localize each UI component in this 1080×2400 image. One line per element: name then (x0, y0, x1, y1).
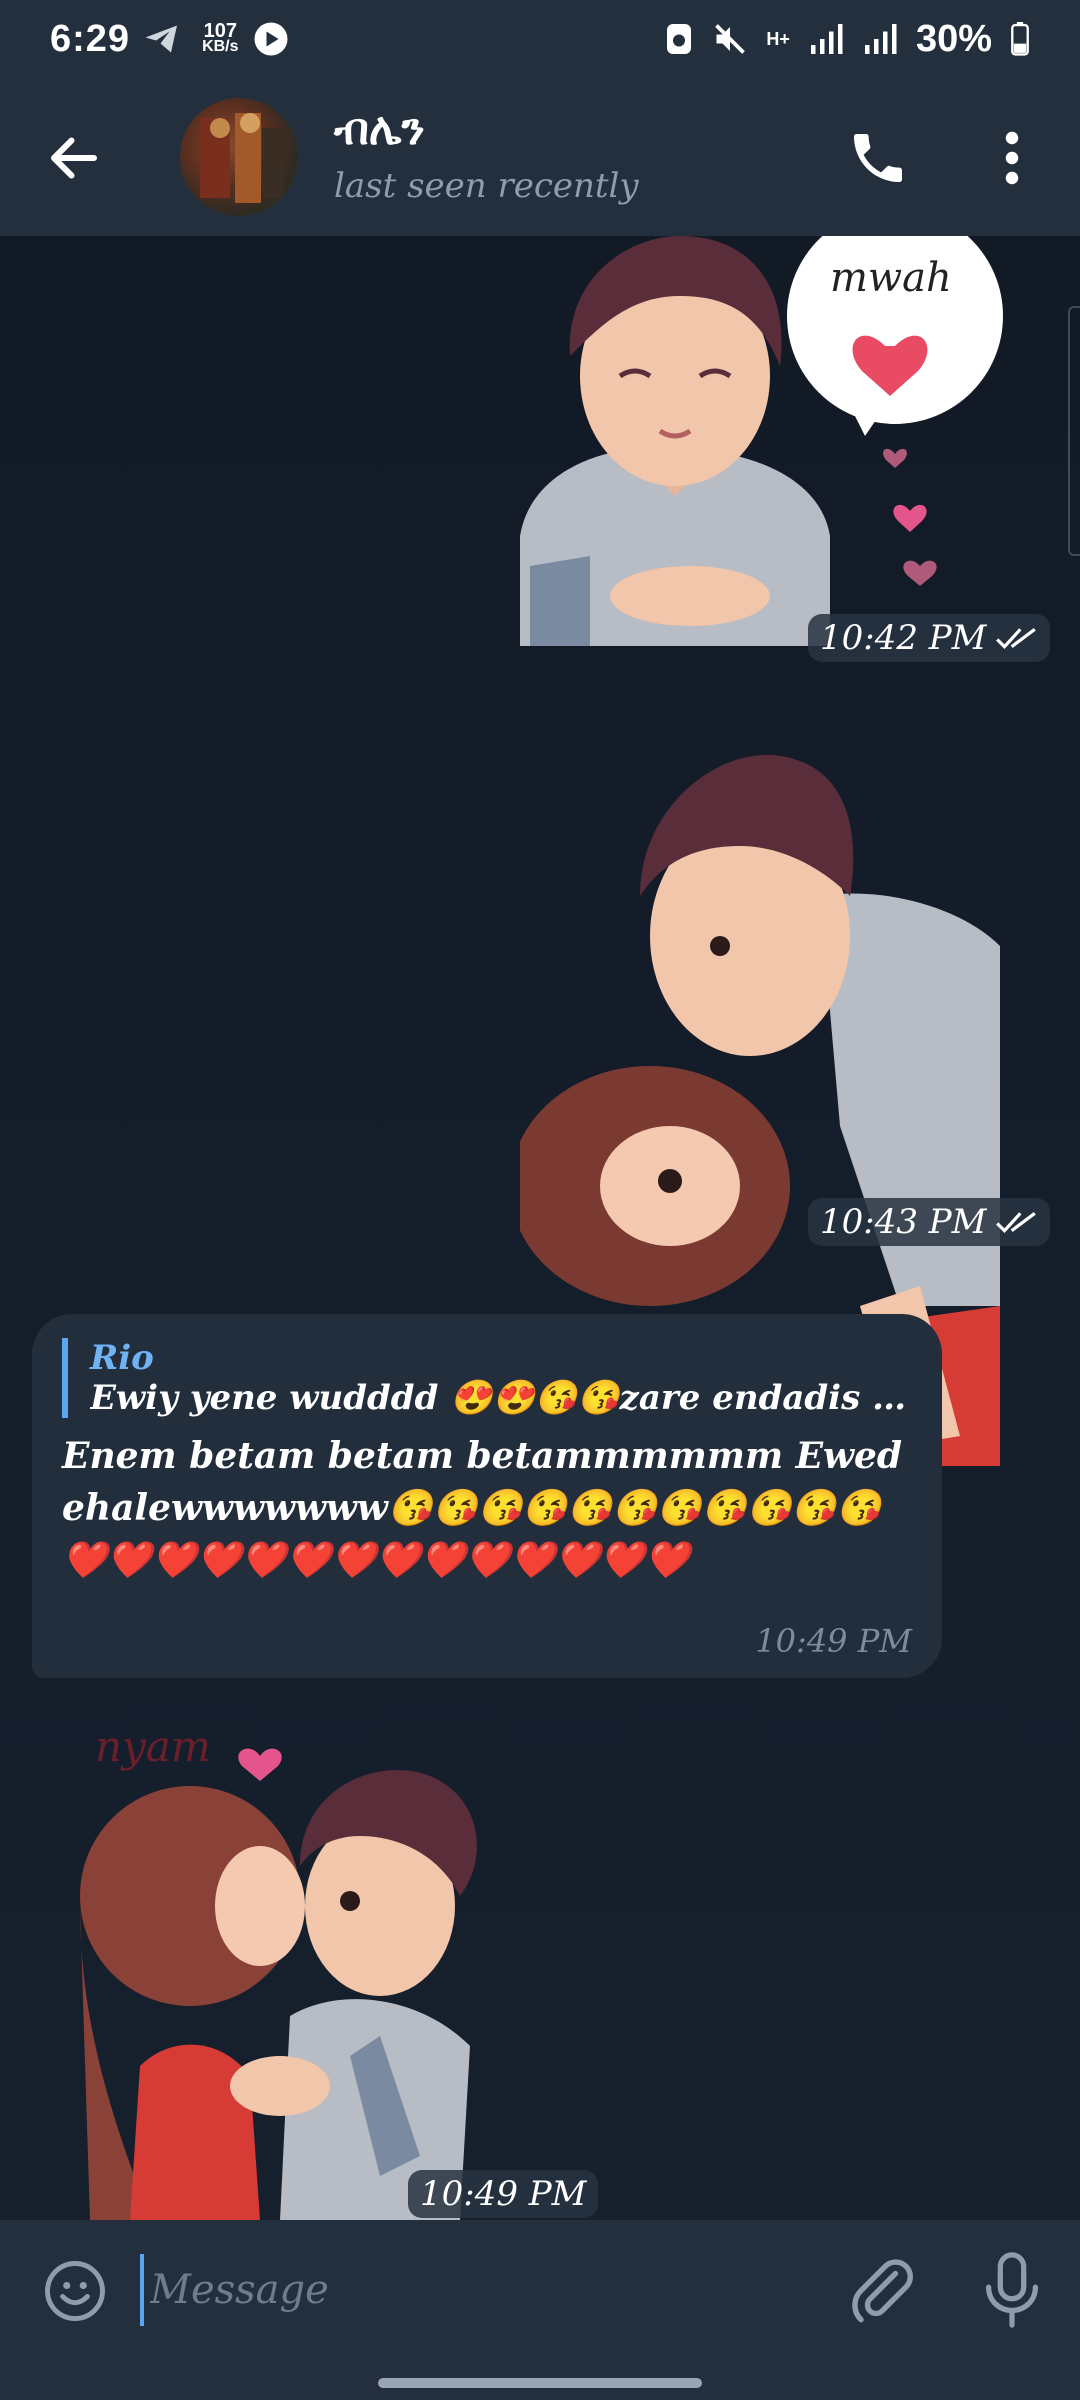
message-time-chip: 10:42 PM (808, 614, 1051, 662)
chat-area[interactable]: mwah 10:42 PM 10:43 PM Rio Ewiy yene wud… (0, 236, 1080, 2220)
chat-header: ብሌን last seen recently (0, 78, 1080, 236)
mute-icon (715, 24, 746, 54)
paperclip-icon[interactable] (846, 2254, 918, 2326)
avatar-image (200, 113, 284, 203)
phone-icon[interactable] (846, 126, 910, 190)
contact-status: last seen recently (334, 166, 639, 206)
network-type: H+ (766, 28, 790, 49)
message-time-chip: 10:43 PM (808, 1198, 1051, 1246)
recycle-icon (667, 24, 692, 54)
scroll-indicator[interactable] (1068, 306, 1080, 556)
signal-icon-2 (864, 24, 897, 54)
status-time: 6:29 (50, 17, 131, 60)
sticker-image: mwah (520, 236, 1003, 646)
message-text: Enem betam betam betammmmmm Ewedehalewww… (62, 1435, 903, 1581)
net-speed: 107 KB/s (202, 20, 239, 55)
reply-quote[interactable]: Rio Ewiy yene wudddd 😍😍😘😘zare endadis ye… (62, 1338, 920, 1418)
avatar[interactable] (180, 98, 298, 216)
message-time: 10:49 PM (755, 1622, 912, 1660)
battery-icon (1011, 22, 1029, 56)
system-nav-bar (0, 2360, 1080, 2400)
signal-icon (810, 24, 843, 54)
message-composer (0, 2220, 1080, 2360)
double-check-icon (996, 1212, 1037, 1233)
reply-sender-name: Rio (90, 1338, 154, 1378)
telegram-icon (145, 25, 178, 53)
play-icon (254, 22, 288, 56)
double-check-icon (996, 628, 1037, 649)
more-options-icon[interactable] (992, 128, 1032, 188)
sticker-bubble-text: mwah (830, 255, 952, 301)
message-time-chip: 10:49 PM (408, 2170, 599, 2218)
sticker-text: nyam (95, 1722, 211, 1771)
battery-level: 30% (915, 17, 992, 60)
message-input[interactable] (140, 2254, 840, 2326)
text-message-bubble[interactable]: Rio Ewiy yene wudddd 😍😍😘😘zare endadis ye… (32, 1314, 942, 1678)
emoji-icon[interactable] (42, 2258, 108, 2324)
home-gesture-handle[interactable] (378, 2378, 702, 2388)
contact-name[interactable]: ብሌን (334, 104, 425, 155)
sticker-message[interactable]: mwah (510, 236, 1030, 646)
reply-preview-text: Ewiy yene wudddd 😍😍😘😘zare endadis yetewe… (90, 1378, 920, 1418)
microphone-icon[interactable] (980, 2252, 1044, 2328)
sticker-message[interactable]: nyam (80, 1716, 540, 2220)
back-arrow-icon[interactable] (44, 128, 104, 188)
status-bar: 6:29 107 KB/s H+ 30% (0, 0, 1080, 78)
sticker-image: nyam (80, 1722, 477, 2220)
